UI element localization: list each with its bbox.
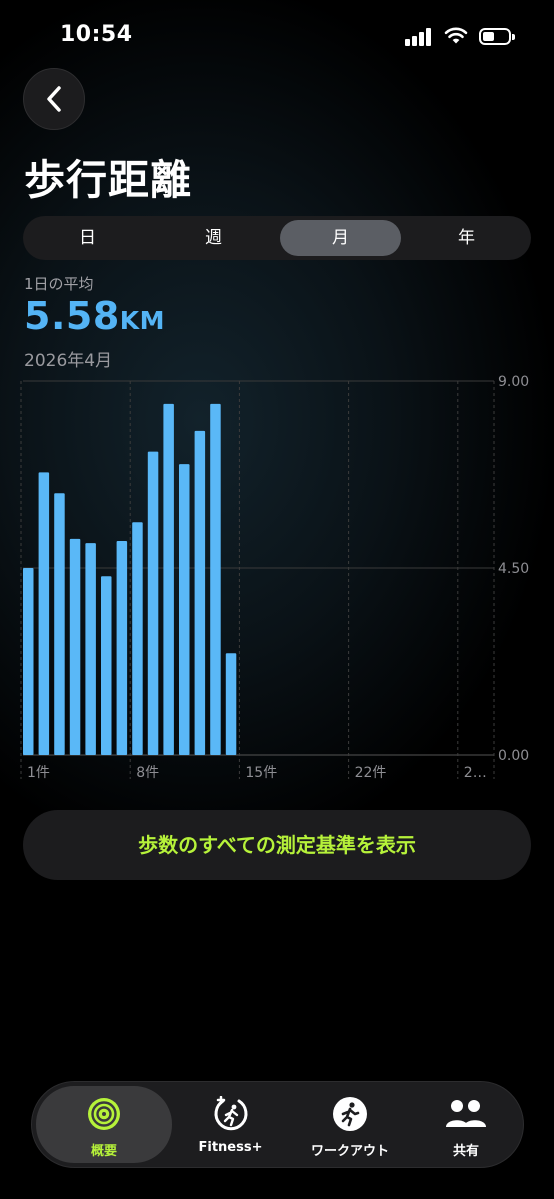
average-value: 5.58KM [24, 294, 165, 338]
tab-fitness-plus[interactable]: Fitness+ [172, 1086, 289, 1163]
average-unit: KM [119, 306, 166, 335]
fitness-plus-icon [214, 1096, 247, 1131]
cellular-signal-icon [405, 28, 433, 46]
tab-sharing[interactable]: 共有 [411, 1086, 521, 1163]
y-tick-label: 0.00 [498, 748, 529, 764]
chart-bar [179, 464, 190, 755]
chart-bar [163, 403, 174, 755]
show-all-step-metrics-button[interactable]: 歩数のすべての測定基準を表示 [23, 810, 531, 880]
chart-bar [116, 540, 128, 755]
chart-bar [23, 568, 34, 755]
tab-workouts[interactable]: ワークアウト [289, 1086, 411, 1163]
chart-bar [132, 522, 143, 755]
chart-bar [225, 653, 237, 755]
average-label: 1日の平均 [24, 275, 94, 293]
status-bar: 10:54 [0, 0, 554, 70]
average-number: 5.58 [24, 294, 120, 338]
y-tick-label: 9.00 [498, 374, 529, 390]
tab-sharing-label: 共有 [452, 1144, 479, 1159]
wifi-icon [444, 27, 468, 44]
chart-bar [101, 576, 112, 755]
chart-bar [210, 403, 221, 755]
chart-bar [147, 451, 159, 755]
battery-icon [479, 28, 515, 45]
people-icon [446, 1100, 486, 1127]
back-button[interactable] [23, 68, 85, 130]
chart-bar [54, 493, 65, 755]
period-segmented-control: 日 週 月 年 [23, 216, 531, 260]
chevron-left-icon [47, 86, 61, 112]
activity-rings-icon [88, 1098, 120, 1130]
segment-month[interactable]: 月 [280, 220, 401, 256]
chart-bar [85, 543, 96, 755]
y-tick-label: 4.50 [498, 561, 529, 577]
page-title: 歩行距離 [24, 156, 192, 204]
x-tick-label: 15件 [245, 765, 277, 781]
status-time: 10:54 [60, 22, 133, 47]
period-label: 2026年4月 [24, 351, 113, 371]
chart-svg: 9.00 4.50 0.00 1件 8件 15件 22件 2… [20, 374, 529, 781]
x-tick-label: 2… [464, 765, 487, 781]
tab-workouts-label: ワークアウト [310, 1144, 389, 1159]
tab-summary[interactable]: 概要 [36, 1086, 172, 1163]
tab-fitness-plus-label: Fitness+ [198, 1140, 263, 1155]
x-tick-label: 8件 [136, 765, 159, 781]
running-figure-icon [333, 1097, 367, 1131]
tab-bar: 概要 Fitness+ ワークアウト 共有 [31, 1081, 524, 1168]
segment-day[interactable]: 日 [27, 220, 148, 256]
chart-bar [194, 430, 206, 755]
chart-bar [69, 538, 81, 755]
distance-bar-chart: 9.00 4.50 0.00 1件 8件 15件 22件 2… [0, 370, 554, 790]
segment-week[interactable]: 週 [153, 220, 274, 256]
x-tick-label: 1件 [27, 765, 50, 781]
chart-bar [38, 472, 50, 755]
segment-year[interactable]: 年 [406, 220, 527, 256]
tab-summary-label: 概要 [90, 1144, 117, 1159]
x-tick-label: 22件 [355, 765, 387, 781]
